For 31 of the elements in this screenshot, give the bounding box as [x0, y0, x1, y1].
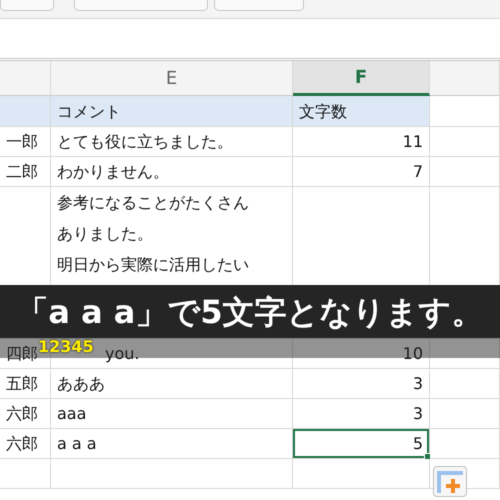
- table-cell-text: 二郎: [6, 161, 38, 183]
- table-cell-text: a a a: [57, 433, 97, 455]
- table-cell-text: 五郎: [6, 373, 38, 395]
- table-cell-text: あああ: [57, 373, 105, 395]
- column-header[interactable]: E: [51, 61, 293, 96]
- table-cell-text: わかりません。: [57, 161, 169, 183]
- table-cell-text: 参考になることがたくさん ありました。 明日から実際に活用したい: [57, 192, 249, 276]
- table-cell-text: 5: [412, 433, 423, 455]
- toolbar-button-group[interactable]: [214, 0, 304, 11]
- table-cell-text: 11: [402, 131, 423, 153]
- table-cell-text: 一郎: [6, 131, 38, 153]
- table-cell-text: 文字数: [299, 101, 347, 123]
- toolbar-button[interactable]: [0, 0, 54, 11]
- table-cell-text: 10: [402, 343, 423, 365]
- table-cell-text: 六郎: [6, 433, 38, 455]
- table-cell-text: 7: [412, 161, 423, 183]
- table-cell-text: 3: [412, 373, 423, 395]
- table-cell-text: とても役に立ちました。: [57, 131, 233, 153]
- table-cell-text: 六郎: [6, 403, 38, 425]
- table-cell-text: 3: [412, 403, 423, 425]
- table-cell-text: aaa: [57, 403, 86, 425]
- table-cell-text: you.: [105, 343, 140, 365]
- column-header[interactable]: F: [293, 61, 430, 96]
- table-cell-text: 四郎: [6, 343, 38, 365]
- column-header[interactable]: [430, 61, 500, 96]
- table-cell-text: コメント: [57, 101, 121, 123]
- column-header[interactable]: [0, 61, 51, 96]
- caption-text: 「a a a」で5文字となります。: [16, 292, 484, 332]
- quick-analysis-icon[interactable]: [433, 466, 467, 497]
- toolbar-button-group[interactable]: [74, 0, 208, 11]
- character-count-digits: 12345: [38, 338, 94, 355]
